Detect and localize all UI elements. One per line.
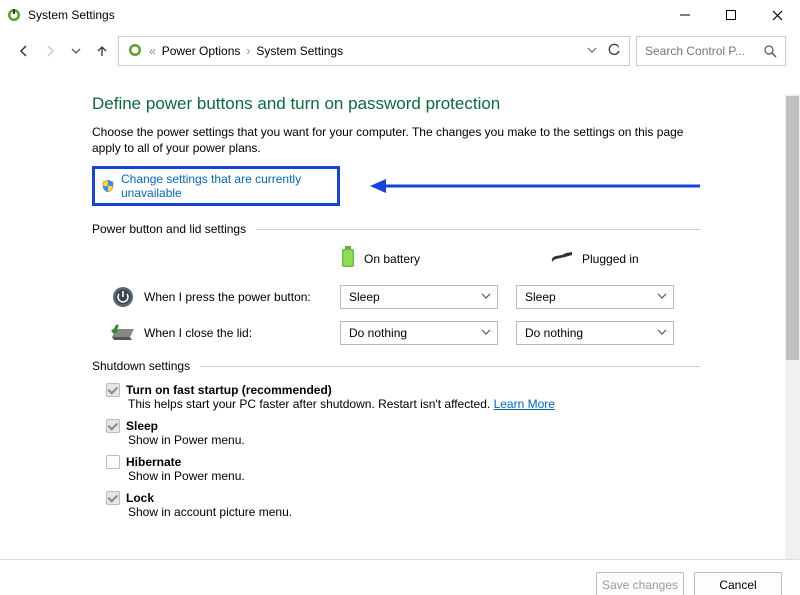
lock-sub: Show in account picture menu. <box>128 505 700 519</box>
search-icon <box>764 45 777 58</box>
chevron-down-icon <box>657 290 667 304</box>
refresh-button[interactable] <box>607 43 621 60</box>
fast-startup-checkbox[interactable] <box>106 383 120 397</box>
address-icon <box>127 42 143 61</box>
up-button[interactable] <box>92 41 112 61</box>
forward-button[interactable] <box>40 41 60 61</box>
breadcrumb-power-options[interactable]: Power Options <box>162 44 241 58</box>
lid-plugged-select[interactable]: Do nothing <box>516 321 674 345</box>
chevron-left-icon: « <box>149 44 156 58</box>
maximize-button[interactable] <box>708 0 754 30</box>
hibernate-checkbox[interactable] <box>106 455 120 469</box>
address-bar[interactable]: « Power Options › System Settings <box>118 36 630 66</box>
chevron-right-icon: › <box>246 44 250 58</box>
lid-icon <box>110 323 136 343</box>
divider <box>256 229 700 230</box>
power-button-plugged-select[interactable]: Sleep <box>516 285 674 309</box>
scrollbar[interactable] <box>785 94 800 559</box>
close-button[interactable] <box>754 0 800 30</box>
power-button-battery-select[interactable]: Sleep <box>340 285 498 309</box>
section-power-button-title: Power button and lid settings <box>92 222 246 236</box>
fast-startup-label: Turn on fast startup (recommended) <box>126 383 332 397</box>
chevron-down-icon <box>481 326 491 340</box>
change-settings-highlight: Change settings that are currently unava… <box>92 166 340 206</box>
nav-row: « Power Options › System Settings Search… <box>0 30 800 80</box>
lock-label: Lock <box>126 491 154 505</box>
sleep-sub: Show in Power menu. <box>128 433 700 447</box>
search-input[interactable]: Search Control P... <box>636 36 786 66</box>
lid-label: When I close the lid: <box>144 326 340 340</box>
chevron-down-icon <box>657 326 667 340</box>
learn-more-link[interactable]: Learn More <box>494 397 555 411</box>
back-button[interactable] <box>14 41 34 61</box>
scrollbar-thumb[interactable] <box>786 96 799 360</box>
hibernate-sub: Show in Power menu. <box>128 469 700 483</box>
lid-battery-select[interactable]: Do nothing <box>340 321 498 345</box>
sleep-label: Sleep <box>126 419 158 433</box>
page-title: Define power buttons and turn on passwor… <box>92 94 700 114</box>
search-placeholder: Search Control P... <box>645 44 758 58</box>
plug-icon <box>550 250 574 267</box>
power-button-icon <box>110 286 136 308</box>
recent-dropdown[interactable] <box>66 41 86 61</box>
save-button[interactable]: Save changes <box>596 572 684 595</box>
uac-shield-icon <box>101 179 115 193</box>
col-plugged-in-label: Plugged in <box>582 252 639 266</box>
section-shutdown-title: Shutdown settings <box>92 359 190 373</box>
chevron-down-icon <box>481 290 491 304</box>
battery-icon <box>340 246 356 271</box>
titlebar: System Settings <box>0 0 800 30</box>
hibernate-label: Hibernate <box>126 455 181 469</box>
cancel-button[interactable]: Cancel <box>694 572 782 595</box>
window-title: System Settings <box>28 8 115 22</box>
content-area: Define power buttons and turn on passwor… <box>0 94 800 559</box>
lock-checkbox[interactable] <box>106 491 120 505</box>
divider <box>200 366 700 367</box>
sleep-checkbox[interactable] <box>106 419 120 433</box>
col-on-battery-label: On battery <box>364 252 420 266</box>
power-button-label: When I press the power button: <box>144 290 340 304</box>
app-icon <box>6 7 22 23</box>
address-dropdown-icon[interactable] <box>587 44 597 58</box>
footer: Save changes Cancel <box>0 559 800 595</box>
page-description: Choose the power settings that you want … <box>92 124 700 156</box>
change-settings-link[interactable]: Change settings that are currently unava… <box>121 172 331 200</box>
breadcrumb-system-settings[interactable]: System Settings <box>256 44 343 58</box>
minimize-button[interactable] <box>662 0 708 30</box>
fast-startup-sub: This helps start your PC faster after sh… <box>128 397 490 411</box>
annotation-arrow-icon <box>370 177 700 198</box>
